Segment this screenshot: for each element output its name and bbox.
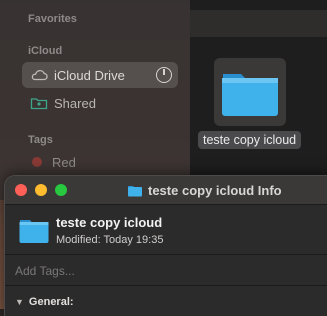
info-title: teste copy icloud Info: [127, 183, 282, 198]
folder-icon: [19, 220, 49, 243]
chevron-down-icon: ▼: [15, 297, 24, 307]
folder-icon: [222, 74, 278, 116]
modified-label: Modified:: [56, 234, 101, 246]
sync-status-icon[interactable]: [156, 67, 172, 83]
window-title-text: teste copy icloud Info: [148, 183, 282, 198]
tags-field: [5, 254, 327, 286]
finder-sidebar: Favorites iCloud iCloud Drive Shared Tag…: [0, 0, 190, 200]
folder-icon: [128, 186, 142, 197]
sidebar-item-label: Shared: [54, 95, 96, 111]
modified-value: Today 19:35: [103, 234, 164, 246]
red-tag-icon: [32, 157, 42, 167]
sidebar-item-icloud-drive[interactable]: iCloud Drive: [22, 62, 178, 88]
info-window: teste copy icloud Info teste copy icloud…: [5, 176, 327, 316]
cloud-icon: [30, 68, 48, 82]
sidebar-heading-tags: Tags: [28, 134, 53, 146]
sidebar-item-label: Red: [52, 154, 76, 170]
general-section-toggle[interactable]: ▼ General:: [15, 296, 74, 308]
info-modified: Modified: Today 19:35: [56, 234, 163, 246]
sidebar-heading-icloud: iCloud: [28, 45, 63, 57]
folder-name-label[interactable]: teste copy icloud: [198, 131, 302, 149]
finder-path-bar: [190, 10, 327, 37]
general-label: General:: [28, 296, 74, 308]
info-titlebar[interactable]: teste copy icloud Info: [5, 176, 327, 205]
sidebar-heading-favorites: Favorites: [28, 13, 77, 25]
add-tags-input[interactable]: [13, 261, 297, 281]
info-file-name: teste copy icloud: [56, 215, 163, 230]
shared-folder-icon: [30, 96, 48, 110]
sidebar-item-shared[interactable]: Shared: [22, 90, 178, 116]
minimize-button[interactable]: [35, 184, 47, 196]
folder-item[interactable]: [214, 58, 286, 126]
sidebar-item-tag-red[interactable]: Red: [22, 149, 178, 175]
zoom-button[interactable]: [55, 184, 67, 196]
sidebar-item-label: iCloud Drive: [54, 67, 125, 83]
close-button[interactable]: [15, 184, 27, 196]
